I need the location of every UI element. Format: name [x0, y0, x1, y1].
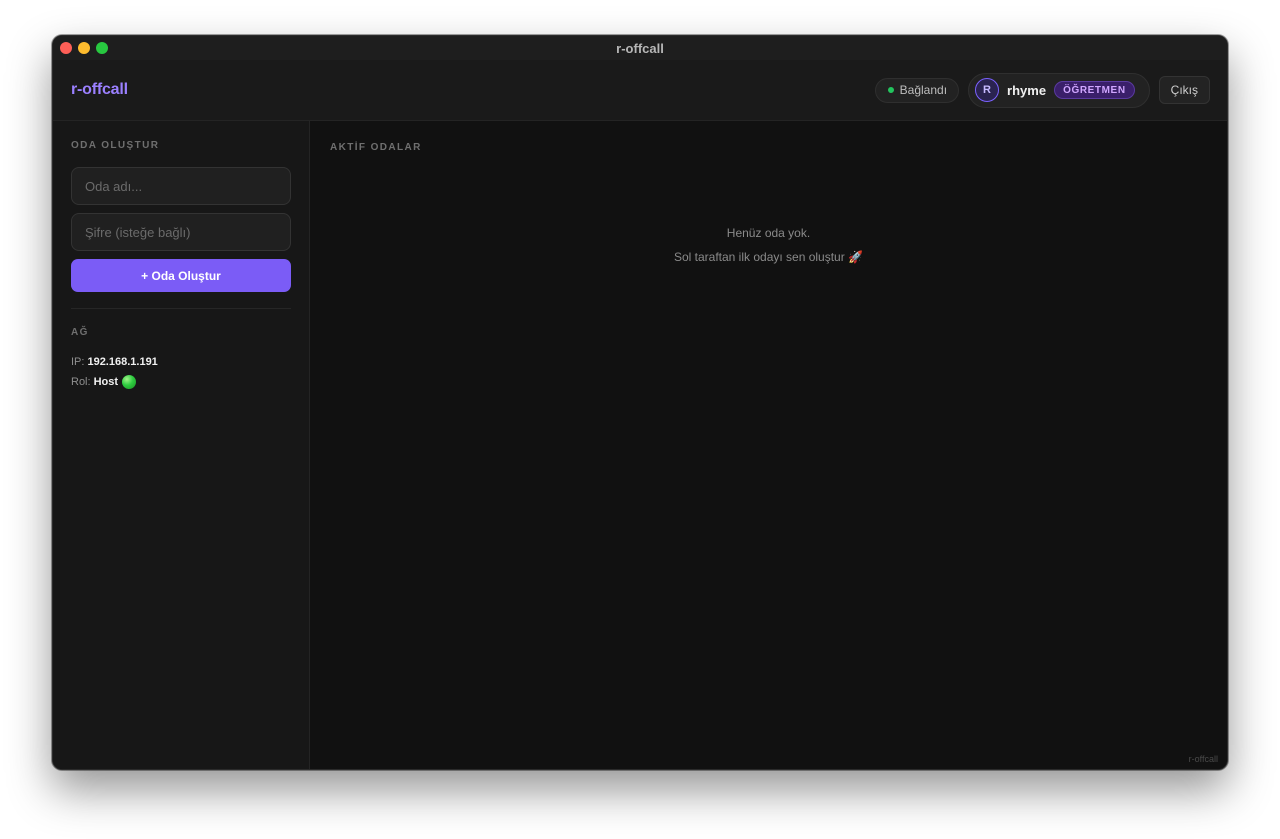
active-rooms-section-label: AKTİF ODALAR: [330, 142, 422, 153]
window-minimize-button[interactable]: [78, 42, 90, 54]
create-room-section-label: ODA OLUŞTUR: [71, 140, 160, 151]
ip-value: 192.168.1.191: [87, 356, 158, 368]
main-content: AKTİF ODALAR Henüz oda yok. Sol taraftan…: [310, 121, 1227, 769]
username: rhyme: [1007, 82, 1047, 98]
empty-state-subtitle: Sol taraftan ilk odayı sen oluştur 🚀: [673, 250, 864, 264]
room-password-input[interactable]: [71, 213, 291, 251]
footer-watermark: r-offcall: [1188, 754, 1218, 764]
sidebar-divider: [71, 308, 291, 309]
avatar: R: [975, 78, 1000, 102]
app-window: r-offcall r-offcall Bağlandı R rhyme ÖĞR…: [52, 35, 1228, 770]
empty-state-title: Henüz oda yok.: [726, 226, 811, 240]
user-profile-chip[interactable]: R rhyme ÖĞRETMEN: [968, 72, 1150, 108]
role-value: Host: [93, 376, 119, 388]
sidebar: ODA OLUŞTUR + Oda Oluştur AĞ IP: 192.168…: [53, 121, 310, 769]
app-header: r-offcall Bağlandı R rhyme ÖĞRETMEN Çıkı…: [53, 60, 1227, 121]
green-circle-icon: [122, 375, 137, 389]
role-badge: ÖĞRETMEN: [1054, 81, 1135, 99]
connection-status-label: Bağlandı: [899, 83, 948, 97]
title-bar[interactable]: r-offcall: [53, 36, 1227, 60]
room-name-input[interactable]: [71, 167, 291, 205]
brand-logo: r-offcall: [71, 81, 128, 98]
window-title: r-offcall: [616, 40, 664, 56]
connection-status-dot-icon: [887, 87, 894, 93]
ip-info: IP: 192.168.1.191: [71, 356, 158, 368]
window-close-button[interactable]: [60, 42, 72, 54]
logout-button[interactable]: Çıkış: [1158, 76, 1210, 104]
ip-label: IP:: [71, 356, 85, 368]
connection-status-badge: Bağlandı: [874, 77, 960, 103]
header-right: Bağlandı R rhyme ÖĞRETMEN Çıkış: [874, 72, 1210, 108]
window-maximize-button[interactable]: [96, 42, 108, 54]
role-label: Rol:: [71, 376, 91, 388]
network-section-label: AĞ: [71, 327, 89, 338]
create-room-button[interactable]: + Oda Oluştur: [71, 259, 291, 292]
role-info: Rol: Host: [71, 375, 137, 389]
window-controls: [60, 42, 108, 54]
